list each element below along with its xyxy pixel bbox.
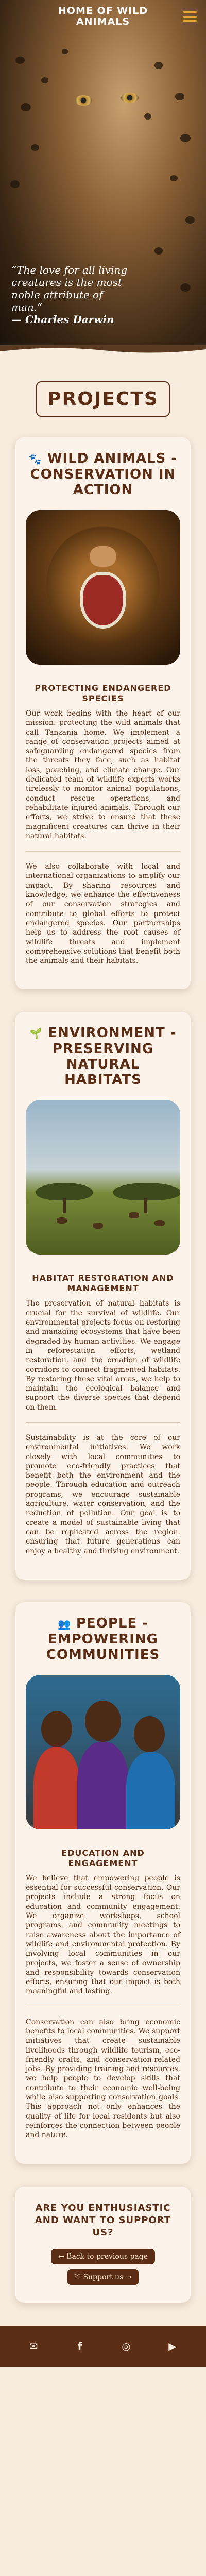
people-icon: 👥 (57, 1617, 71, 1630)
lion-image (26, 510, 180, 665)
divider (26, 1422, 180, 1423)
top-nav: HOME OF WILD ANIMALS (0, 0, 206, 33)
back-button[interactable]: ← Back to previous page (50, 2248, 156, 2264)
card-heading: 🌱 ENVIRONMENT - PRESERVING NATURAL HABIT… (26, 1025, 180, 1088)
quote-author: — Charles Darwin (11, 313, 114, 326)
divider-wave (0, 345, 206, 353)
project-card-environment: 🌱 ENVIRONMENT - PRESERVING NATURAL HABIT… (15, 1012, 191, 1580)
projects-heading: PROJECTS (36, 381, 170, 417)
hamburger-menu-icon[interactable] (183, 11, 197, 22)
card-heading: 🐾 WILD ANIMALS - CONSERVATION IN ACTION (26, 451, 180, 498)
instagram-icon[interactable]: ◎ (118, 2338, 134, 2354)
footer: ✉ f ◎ ▶ (0, 2325, 206, 2367)
card-subtitle: EDUCATION AND ENGAGEMENT (61, 1848, 145, 1868)
support-cta: ARE YOU ENTHUSIASTIC AND WANT TO SUPPORT… (15, 2186, 191, 2303)
quote-text: “The love for all living creatures is th… (11, 264, 128, 313)
card-title: ENVIRONMENT - PRESERVING NATURAL HABITAT… (48, 1025, 177, 1088)
card-heading: 👥 PEOPLE - EMPOWERING COMMUNITIES (26, 1616, 180, 1663)
card-subtitle: PROTECTING ENDANGERED SPECIES (35, 683, 171, 703)
logo-line2: ANIMALS (76, 16, 130, 27)
card-paragraph: Conservation can also bring economic ben… (26, 2018, 180, 2140)
card-paragraph: The preservation of natural habitats is … (26, 1299, 180, 1412)
sprout-icon: 🌱 (29, 1027, 43, 1040)
cta-heading: ARE YOU ENTHUSIASTIC AND WANT TO SUPPORT… (35, 2202, 171, 2238)
email-icon[interactable]: ✉ (25, 2338, 42, 2354)
divider (26, 851, 180, 852)
site-logo[interactable]: HOME OF WILD ANIMALS (58, 6, 148, 27)
card-paragraph: Sustainability is at the core of our env… (26, 1433, 180, 1555)
card-subtitle: HABITAT RESTORATION AND MANAGEMENT (32, 1273, 174, 1294)
social-links: ✉ f ◎ ▶ (0, 2326, 206, 2367)
project-card-people: 👥 PEOPLE - EMPOWERING COMMUNITIES EDUCAT… (15, 1602, 191, 2164)
cheetah-eye-right (121, 93, 139, 103)
youtube-icon[interactable]: ▶ (164, 2338, 181, 2354)
card-title: WILD ANIMALS - CONSERVATION IN ACTION (30, 451, 178, 498)
cheetah-eye-left (75, 95, 92, 106)
children-image (26, 1674, 180, 1829)
logo-line1: HOME OF WILD (58, 5, 148, 16)
hero-section: HOME OF WILD ANIMALS “The love for all l… (0, 0, 206, 345)
facebook-icon[interactable]: f (72, 2338, 88, 2354)
card-paragraph: We also collaborate with local and inter… (26, 862, 180, 965)
project-card-wild-animals: 🐾 WILD ANIMALS - CONSERVATION IN ACTION … (15, 437, 191, 990)
card-paragraph: We believe that empowering people is ess… (26, 1874, 180, 1996)
card-paragraph: Our work begins with the heart of our mi… (26, 709, 180, 840)
hero-quote: “The love for all living creatures is th… (11, 264, 130, 326)
support-button[interactable]: ♡ Support us → (67, 2269, 139, 2285)
savanna-image (26, 1100, 180, 1255)
paw-icon: 🐾 (28, 453, 42, 465)
